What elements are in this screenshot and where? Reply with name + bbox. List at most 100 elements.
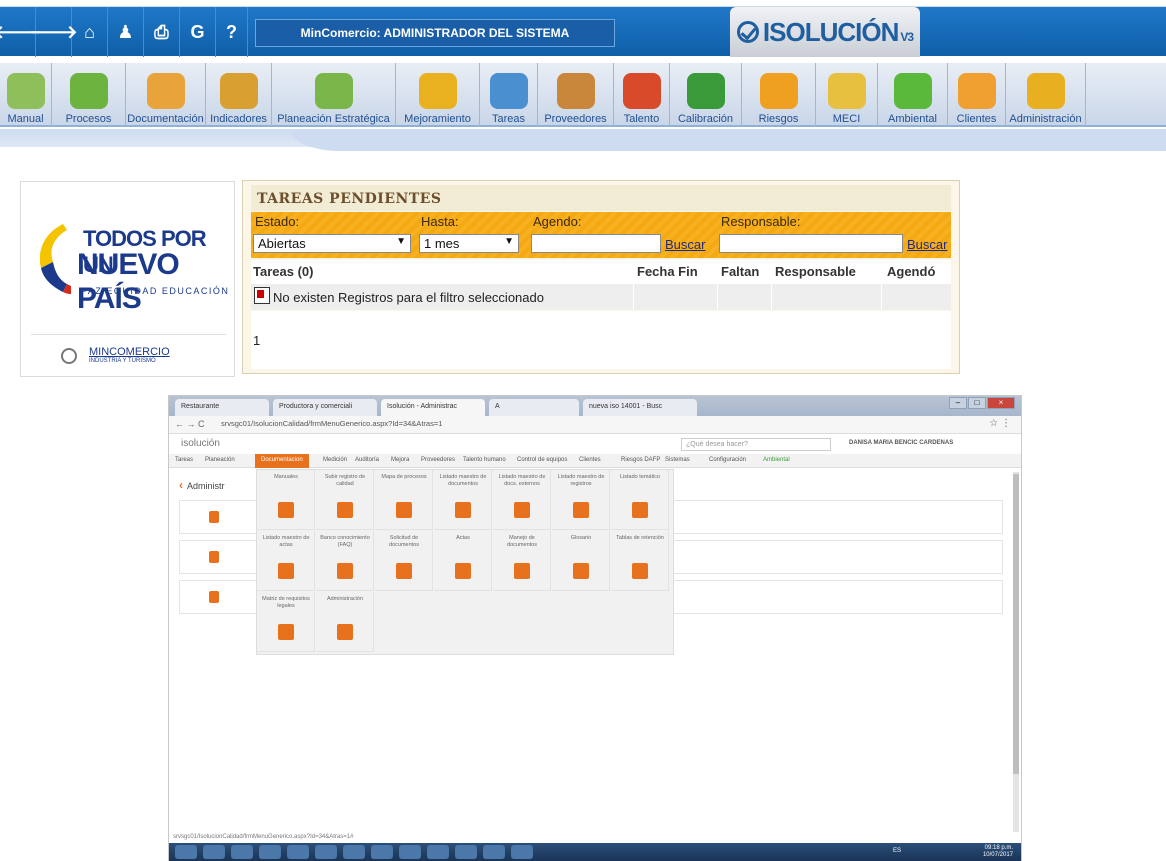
module-label: Manual (7, 113, 44, 125)
menu-item[interactable]: Tareas (175, 457, 193, 463)
dropdown-item[interactable]: Solicitud de documentos (375, 531, 433, 591)
taskbar-app-icon[interactable] (343, 845, 365, 859)
google-icon[interactable]: G (180, 7, 216, 57)
home-icon[interactable]: ⌂ (72, 7, 108, 57)
clock[interactable]: 09:18 p.m. 10/07/2017 (983, 845, 1013, 859)
dropdown-item[interactable]: Mapa de procesos (375, 470, 433, 530)
help-icon[interactable]: ? (216, 7, 248, 57)
nav-arrows-icon[interactable]: ← → C (175, 419, 205, 429)
menu-item[interactable]: Talento humano (463, 457, 506, 463)
taskbar-app-icon[interactable] (427, 845, 449, 859)
url-text[interactable]: srvsgc01/IsolucionCalidad/frmMenuGeneric… (221, 419, 442, 428)
module-proveedores[interactable]: Proveedores (538, 63, 614, 127)
browser-tab-active[interactable]: Isolución - Administrac (381, 399, 485, 416)
chevron-left-icon[interactable]: ‹ (179, 478, 183, 492)
dropdown-item[interactable]: Listado maestro de documentos (434, 470, 492, 530)
module-calibraci-n[interactable]: Calibración (670, 63, 742, 127)
module-administraci-n[interactable]: Administración (1006, 63, 1086, 127)
dropdown-item[interactable]: Tablas de retención (611, 531, 669, 591)
menu-item[interactable]: Medición (323, 457, 347, 463)
dropdown-item[interactable]: Matriz de requisitos legales (257, 592, 315, 652)
module-talento[interactable]: Talento (614, 63, 670, 127)
module-tareas[interactable]: Tareas (480, 63, 538, 127)
agendo-input[interactable] (531, 234, 661, 253)
module-manual[interactable]: Manual (0, 63, 52, 127)
browser-tab[interactable]: A (489, 399, 579, 416)
taskbar-app-icon[interactable] (231, 845, 253, 859)
hasta-select[interactable]: 1 mes ▼ (419, 234, 519, 253)
col-responsable[interactable]: Responsable (775, 264, 856, 279)
menu-item[interactable]: Mejora (391, 457, 409, 463)
dropdown-item[interactable]: Banco conocimiento (FAQ) (316, 531, 374, 591)
module-label: Procesos (65, 113, 112, 125)
module-meci[interactable]: MECI (816, 63, 878, 127)
module-procesos[interactable]: Procesos (52, 63, 126, 127)
dropdown-item[interactable]: Subir registro de calidad (316, 470, 374, 530)
pager: 1 (251, 311, 951, 369)
col-faltan[interactable]: Faltan (721, 264, 759, 279)
taskbar-app-icon[interactable] (203, 845, 225, 859)
browser-tab[interactable]: nueva iso 14001 - Busc (583, 399, 697, 416)
dropdown-item[interactable]: Actas (434, 531, 492, 591)
browser-tab[interactable]: Productora y comerciali (273, 399, 377, 416)
taskbar-app-icon[interactable] (483, 845, 505, 859)
taskbar-app-icon[interactable] (399, 845, 421, 859)
module-clientes[interactable]: Clientes (948, 63, 1006, 127)
taskbar-app-icon[interactable] (315, 845, 337, 859)
dropdown-item[interactable]: Listado temático (611, 470, 669, 530)
dropdown-item[interactable]: Listado maestro de registros (552, 470, 610, 530)
menu-item[interactable]: Clientes (579, 457, 601, 463)
taskbar-app-icon[interactable] (511, 845, 533, 859)
search-input[interactable]: ¿Qué desea hacer? (681, 438, 831, 451)
scroll-thumb[interactable] (1013, 474, 1019, 774)
buscar-agendo-link[interactable]: Buscar (665, 237, 705, 252)
page-number[interactable]: 1 (253, 333, 260, 348)
responsable-input[interactable] (719, 234, 903, 253)
taskbar-app-icon[interactable] (371, 845, 393, 859)
menu-item[interactable]: Sistemas (665, 457, 690, 463)
user-name[interactable]: DANISA MARIA BENCIC CARDENAS (849, 440, 953, 446)
dropdown-item[interactable]: Listado maestro de docs. externos (493, 470, 551, 530)
ministry-subtitle: INDUSTRIA Y TURISMO (89, 358, 156, 364)
language-indicator[interactable]: ES (893, 848, 901, 854)
module-mejoramiento[interactable]: Mejoramiento (396, 63, 480, 127)
scrollbar[interactable] (1013, 472, 1019, 832)
module-documentaci-n[interactable]: Documentación (126, 63, 206, 127)
menu-item[interactable]: Proveedores (421, 457, 455, 463)
dropdown-item[interactable]: Glosario (552, 531, 610, 591)
taskbar-app-icon[interactable] (175, 845, 197, 859)
module-indicadores[interactable]: Indicadores (206, 63, 272, 127)
module-riesgos[interactable]: Riesgos (742, 63, 816, 127)
menu-item[interactable]: Auditoría (355, 457, 379, 463)
print-icon[interactable]: ⎙ (144, 7, 180, 57)
minimize-icon[interactable]: – (949, 397, 967, 409)
menu-item[interactable]: Planeación (205, 457, 235, 463)
menu-item[interactable]: Control de equipos (517, 457, 567, 463)
star-icon[interactable]: ☆ ⋮ (989, 418, 1011, 429)
menu-item[interactable]: Riesgos DAFP (621, 457, 660, 463)
dropdown-item[interactable]: Listado maestro de actas (257, 531, 315, 591)
module-planeaci-n-estrat-gica[interactable]: Planeación Estratégica (272, 63, 396, 127)
user-icon[interactable]: ♟ (108, 7, 144, 57)
dropdown-item-label: Matriz de requisitos legales (262, 596, 310, 609)
dropdown-item[interactable]: Manuales (257, 470, 315, 530)
forward-arrow-icon[interactable]: 🡒 (29, 7, 78, 57)
dropdown-item[interactable]: Administración (316, 592, 374, 652)
top-toolbar: 🡐 🡒 ⌂ ♟ ⎙ G? MinComercio: ADMINISTRADOR DEL S… (0, 6, 1166, 57)
taskbar-app-icon[interactable] (259, 845, 281, 859)
maximize-icon[interactable]: □ (968, 397, 986, 409)
col-agendo[interactable]: Agendó (887, 264, 935, 279)
browser-tab[interactable]: Restaurante (175, 399, 269, 416)
dropdown-item[interactable]: Manejo de documentos (493, 531, 551, 591)
buscar-responsable-link[interactable]: Buscar (907, 237, 947, 252)
menu-item[interactable]: Documentacion (255, 454, 309, 468)
taskbar-app-icon[interactable] (455, 845, 477, 859)
col-fecha-fin[interactable]: Fecha Fin (637, 264, 698, 279)
close-icon[interactable]: × (987, 397, 1015, 409)
estado-select[interactable]: Abiertas ▼ (253, 234, 411, 253)
menu-item[interactable]: Configuración (709, 457, 746, 463)
menu-item[interactable]: Ambiental (763, 457, 790, 463)
module-icon (957, 73, 996, 109)
module-ambiental[interactable]: Ambiental (878, 63, 948, 127)
taskbar-app-icon[interactable] (287, 845, 309, 859)
